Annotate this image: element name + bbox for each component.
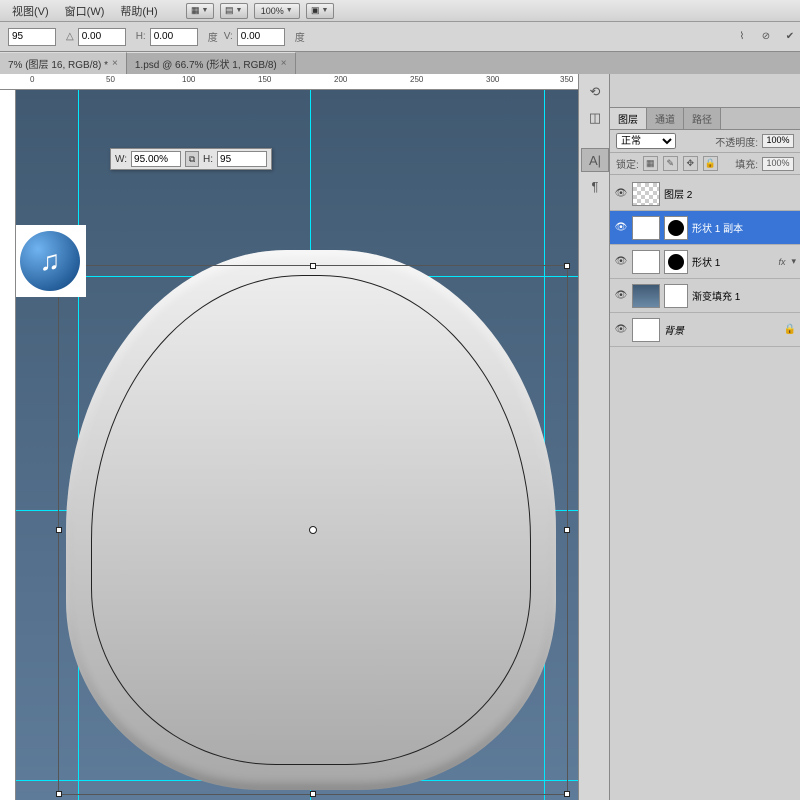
visibility-icon[interactable]: 👁 <box>614 222 628 233</box>
flyout-1[interactable]: ▦▼ <box>186 3 214 19</box>
zoom-label: 100% <box>261 6 284 16</box>
w-label: W: <box>115 154 127 165</box>
panel-icon-4[interactable]: ⟲ <box>581 80 609 104</box>
h-input[interactable] <box>217 151 267 167</box>
transform-float-palette[interactable]: W: ⧉ H: <box>110 148 272 170</box>
lock-paint-icon[interactable]: ✎ <box>663 156 678 171</box>
layer-row[interactable]: 👁 渐变填充 1 <box>610 279 800 313</box>
layer-row[interactable]: 👁 形状 1 fx ▾ <box>610 245 800 279</box>
warp-icon[interactable]: ⌇ <box>732 27 752 47</box>
reference-image: ♫ <box>16 225 86 297</box>
lock-move-icon[interactable]: ✥ <box>683 156 698 171</box>
handle-bc[interactable] <box>310 791 316 797</box>
panel-icon-5[interactable]: ◫ <box>581 106 609 130</box>
angle-input[interactable] <box>78 28 126 46</box>
link-icon[interactable]: ⧉ <box>185 151 199 167</box>
blend-mode-select[interactable]: 正常 <box>616 133 676 149</box>
handle-ml[interactable] <box>56 527 62 533</box>
ruler-horizontal[interactable]: 0 50 100 150 200 250 300 350 <box>0 74 600 90</box>
h-input[interactable] <box>150 28 198 46</box>
w-input[interactable] <box>131 151 181 167</box>
layer-thumb[interactable] <box>632 318 660 342</box>
toolbar-flyouts: ▦▼ ▤▼ 100%▼ ▣▼ <box>186 3 334 19</box>
visibility-icon[interactable]: 👁 <box>614 290 628 301</box>
menu-window[interactable]: 窗口(W) <box>57 0 113 22</box>
lock-all-icon[interactable]: 🔒 <box>703 156 718 171</box>
layer-name[interactable]: 形状 1 <box>692 254 772 269</box>
visibility-icon[interactable]: 👁 <box>614 188 628 199</box>
panel-icon-para[interactable]: ¶ <box>581 174 609 198</box>
cancel-icon[interactable]: ⊘ <box>756 27 776 47</box>
layer-thumb[interactable] <box>632 284 660 308</box>
panel-icon-char[interactable]: A| <box>581 148 609 172</box>
canvas[interactable]: ♫ <box>16 90 578 800</box>
handle-tr[interactable] <box>564 263 570 269</box>
tab-paths[interactable]: 路径 <box>684 108 721 129</box>
v-label: V: <box>224 31 233 42</box>
h-label: H: <box>203 154 213 165</box>
music-icon: ♫ <box>20 231 80 291</box>
tab-channels[interactable]: 通道 <box>647 108 684 129</box>
fill-value[interactable]: 100% <box>762 157 794 171</box>
layer-thumb[interactable] <box>632 182 660 206</box>
tab-2[interactable]: 1.psd @ 66.7% (形状 1, RGB/8)× <box>127 52 296 74</box>
tab-1[interactable]: 7% (图层 16, RGB/8) *× <box>0 52 127 74</box>
angle-icon: △ <box>66 31 74 42</box>
opacity-label: 不透明度: <box>715 134 758 149</box>
handle-br[interactable] <box>564 791 570 797</box>
lock-label: 锁定: <box>616 156 639 171</box>
flyout-3[interactable]: ▣▼ <box>306 3 334 19</box>
commit-icon[interactable]: ✔ <box>780 27 800 47</box>
tab-layers[interactable]: 图层 <box>610 108 647 129</box>
vector-mask-thumb[interactable] <box>664 216 688 240</box>
vector-mask-thumb[interactable] <box>664 250 688 274</box>
collapsed-panels: ◧ ◨ ⧉ ⟲ ◫ A| ¶ <box>578 0 610 800</box>
lock-transparent-icon[interactable]: ▦ <box>643 156 658 171</box>
layer-thumb[interactable] <box>632 250 660 274</box>
handle-bl[interactable] <box>56 791 62 797</box>
layer-name[interactable]: 渐变填充 1 <box>692 288 796 303</box>
layer-mask-thumb[interactable] <box>664 284 688 308</box>
layer-thumb[interactable] <box>632 216 660 240</box>
close-icon[interactable]: × <box>281 58 287 69</box>
close-icon[interactable]: × <box>112 58 118 69</box>
scale-input[interactable] <box>8 28 56 46</box>
menu-view[interactable]: 视图(V) <box>4 0 57 22</box>
transform-bounding-box[interactable] <box>58 265 568 795</box>
layers-list: 👁 图层 2 👁 形状 1 副本 👁 形状 1 fx ▾ 👁 渐变填充 1 👁 <box>610 175 800 349</box>
main-menu: 视图(V) 窗口(W) 帮助(H) ▦▼ ▤▼ 100%▼ ▣▼ <box>0 0 800 22</box>
right-panel: 思缘设计论坛 WWW.MISSYUAN.COM 0 0 △ 0 图层 通道 路径… <box>610 0 800 800</box>
handle-mr[interactable] <box>564 527 570 533</box>
deg2-label: 度 <box>295 29 305 44</box>
flyout-zoom[interactable]: 100%▼ <box>254 3 300 19</box>
layer-name[interactable]: 背景 <box>664 322 780 337</box>
ruler-vertical[interactable] <box>0 90 16 800</box>
options-bar: △ H: 度 V: 度 ⌇ ⊘ ✔ <box>0 22 800 52</box>
flyout-2[interactable]: ▤▼ <box>220 3 248 19</box>
h-label: H: <box>136 31 146 42</box>
fill-label: 填充: <box>735 156 758 171</box>
lock-icon: 🔒 <box>784 324 796 335</box>
handle-tc[interactable] <box>310 263 316 269</box>
document-tabs: 7% (图层 16, RGB/8) *× 1.psd @ 66.7% (形状 1… <box>0 52 800 74</box>
layer-row[interactable]: 👁 图层 2 <box>610 177 800 211</box>
layer-name[interactable]: 形状 1 副本 <box>692 220 796 235</box>
visibility-icon[interactable]: 👁 <box>614 324 628 335</box>
v-input[interactable] <box>237 28 285 46</box>
layer-row-selected[interactable]: 👁 形状 1 副本 <box>610 211 800 245</box>
handle-center[interactable] <box>309 526 317 534</box>
layer-options-row-2: 锁定: ▦ ✎ ✥ 🔒 填充: 100% <box>610 153 800 175</box>
layer-name[interactable]: 图层 2 <box>664 186 796 201</box>
chevron-down-icon[interactable]: ▾ <box>791 256 796 267</box>
visibility-icon[interactable]: 👁 <box>614 256 628 267</box>
fx-badge[interactable]: fx <box>776 257 787 267</box>
menu-help[interactable]: 帮助(H) <box>112 0 165 22</box>
layer-row[interactable]: 👁 背景 🔒 <box>610 313 800 347</box>
panel-tabs: 图层 通道 路径 <box>610 108 800 130</box>
deg-label: 度 <box>208 29 218 44</box>
opacity-value[interactable]: 100% <box>762 134 794 148</box>
layer-options-row-1: 正常 不透明度: 100% <box>610 130 800 153</box>
